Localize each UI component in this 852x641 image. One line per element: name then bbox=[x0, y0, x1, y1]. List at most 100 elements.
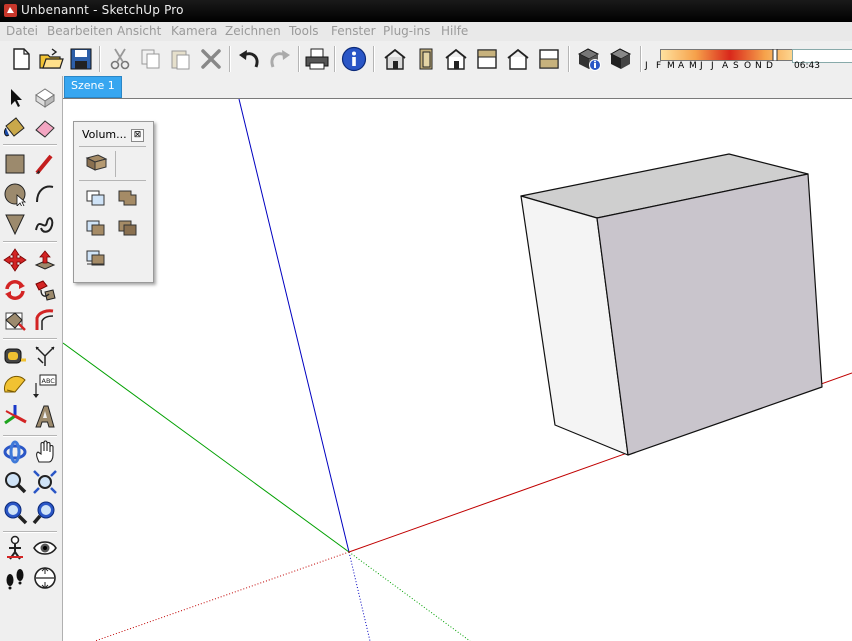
polygon-icon[interactable] bbox=[1, 210, 29, 238]
window-title: Unbenannt - SketchUp Pro bbox=[21, 3, 184, 17]
paste-icon[interactable] bbox=[165, 44, 195, 74]
intersect-icon[interactable] bbox=[82, 186, 110, 210]
toolbar-separator bbox=[373, 46, 375, 72]
tape-measure-icon[interactable] bbox=[1, 342, 29, 370]
toolset-separator bbox=[3, 435, 57, 437]
paint-bucket-icon[interactable] bbox=[1, 114, 29, 142]
main-toolbar: JFMAMJJASOND 06:43 bbox=[0, 41, 852, 77]
save-icon[interactable] bbox=[66, 44, 96, 74]
model-info-icon[interactable] bbox=[339, 44, 369, 74]
make-component-icon[interactable] bbox=[31, 84, 59, 112]
green-axis-negative bbox=[348, 551, 471, 641]
section-plane-icon[interactable] bbox=[31, 564, 59, 592]
zoom-window-icon[interactable] bbox=[31, 468, 59, 496]
menu-tools[interactable]: Tools bbox=[289, 24, 319, 38]
toolset-separator bbox=[3, 531, 57, 533]
redo-icon[interactable] bbox=[265, 44, 295, 74]
print-icon[interactable] bbox=[302, 44, 332, 74]
menu-datei[interactable]: Datei bbox=[6, 24, 38, 38]
scale-icon[interactable] bbox=[1, 306, 29, 334]
subtract-icon[interactable] bbox=[82, 216, 110, 240]
shadow-time-label: 06:43 bbox=[794, 61, 820, 71]
sketchup-app-icon[interactable] bbox=[3, 3, 18, 18]
right-view-icon[interactable] bbox=[472, 44, 502, 74]
menu-plugins[interactable]: Plug-ins bbox=[383, 24, 430, 38]
month-label: J bbox=[711, 61, 714, 71]
month-label: N bbox=[755, 61, 762, 71]
palette-separator bbox=[115, 151, 116, 177]
cut-icon[interactable] bbox=[105, 44, 135, 74]
shadow-date-slider[interactable] bbox=[645, 49, 815, 61]
month-label: J bbox=[700, 61, 703, 71]
zoom-icon[interactable] bbox=[1, 468, 29, 496]
toolset-separator bbox=[3, 144, 57, 146]
undo-icon[interactable] bbox=[234, 44, 264, 74]
box-side-face[interactable] bbox=[596, 173, 823, 456]
menu-kamera[interactable]: Kamera bbox=[171, 24, 217, 38]
scene-tab-bar: Szene 1 bbox=[62, 76, 852, 99]
geo-location-icon[interactable] bbox=[574, 44, 604, 74]
left-view-icon[interactable] bbox=[534, 44, 564, 74]
3d-text-icon[interactable] bbox=[31, 402, 59, 430]
circle-icon[interactable] bbox=[1, 180, 29, 208]
trim-icon[interactable] bbox=[114, 216, 142, 240]
box-model[interactable] bbox=[520, 153, 823, 456]
zoom-extents-icon[interactable] bbox=[1, 498, 29, 526]
menu-bearbeiten[interactable]: Bearbeiten bbox=[47, 24, 113, 38]
svg-text:ABC: ABC bbox=[42, 377, 56, 385]
modeling-viewport[interactable] bbox=[63, 99, 852, 641]
month-labels: JFMAMJJASOND bbox=[645, 61, 777, 71]
copy-icon[interactable] bbox=[135, 44, 165, 74]
menu-hilfe[interactable]: Hilfe bbox=[441, 24, 468, 38]
month-label: M bbox=[689, 61, 697, 71]
toolbar-separator bbox=[298, 46, 300, 72]
offset-icon[interactable] bbox=[31, 306, 59, 334]
push-pull-icon[interactable] bbox=[31, 246, 59, 274]
menu-ansicht[interactable]: Ansicht bbox=[117, 24, 161, 38]
look-around-icon[interactable] bbox=[31, 534, 59, 562]
new-file-icon[interactable] bbox=[6, 44, 36, 74]
back-view-icon[interactable] bbox=[503, 44, 533, 74]
volumen-palette[interactable]: Volum... ⊠ bbox=[73, 121, 154, 283]
select-icon[interactable] bbox=[1, 84, 29, 112]
previous-view-icon[interactable] bbox=[31, 498, 59, 526]
palette-separator bbox=[79, 146, 146, 147]
dimension-icon[interactable] bbox=[31, 342, 59, 370]
open-folder-icon[interactable] bbox=[36, 44, 66, 74]
menu-fenster[interactable]: Fenster bbox=[331, 24, 376, 38]
menu-bar: Datei Bearbeiten Ansicht Kamera Zeichnen… bbox=[0, 22, 852, 41]
palette-close-button[interactable]: ⊠ bbox=[131, 129, 144, 142]
line-icon[interactable] bbox=[31, 150, 59, 178]
eraser-icon[interactable] bbox=[31, 114, 59, 142]
photo-texture-icon[interactable] bbox=[606, 44, 636, 74]
orbit-icon[interactable] bbox=[1, 438, 29, 466]
delete-icon[interactable] bbox=[196, 44, 226, 74]
tab-szene-1[interactable]: Szene 1 bbox=[64, 76, 122, 98]
follow-me-icon[interactable] bbox=[31, 276, 59, 304]
walk-icon[interactable] bbox=[1, 564, 29, 592]
toolbar-separator bbox=[334, 46, 336, 72]
text-icon[interactable]: ABC bbox=[31, 372, 59, 400]
toolset-separator bbox=[3, 338, 57, 340]
month-label: D bbox=[766, 61, 774, 71]
month-label: A bbox=[678, 61, 685, 71]
split-icon[interactable] bbox=[82, 246, 110, 270]
axes-icon[interactable] bbox=[1, 402, 29, 430]
toolbar-separator bbox=[229, 46, 231, 72]
top-view-icon[interactable] bbox=[411, 44, 441, 74]
iso-view-icon[interactable] bbox=[380, 44, 410, 74]
move-icon[interactable] bbox=[1, 246, 29, 274]
rotate-icon[interactable] bbox=[1, 276, 29, 304]
freehand-icon[interactable] bbox=[31, 210, 59, 238]
protractor-icon[interactable] bbox=[1, 372, 29, 400]
arc-icon[interactable] bbox=[31, 180, 59, 208]
month-label: J bbox=[645, 61, 648, 71]
front-view-icon[interactable] bbox=[441, 44, 471, 74]
position-camera-icon[interactable] bbox=[1, 534, 29, 562]
menu-zeichnen[interactable]: Zeichnen bbox=[225, 24, 281, 38]
outer-shell-icon[interactable] bbox=[82, 150, 110, 174]
union-icon[interactable] bbox=[114, 186, 142, 210]
pan-icon[interactable] bbox=[31, 438, 59, 466]
rectangle-icon[interactable] bbox=[1, 150, 29, 178]
month-label: A bbox=[722, 61, 729, 71]
